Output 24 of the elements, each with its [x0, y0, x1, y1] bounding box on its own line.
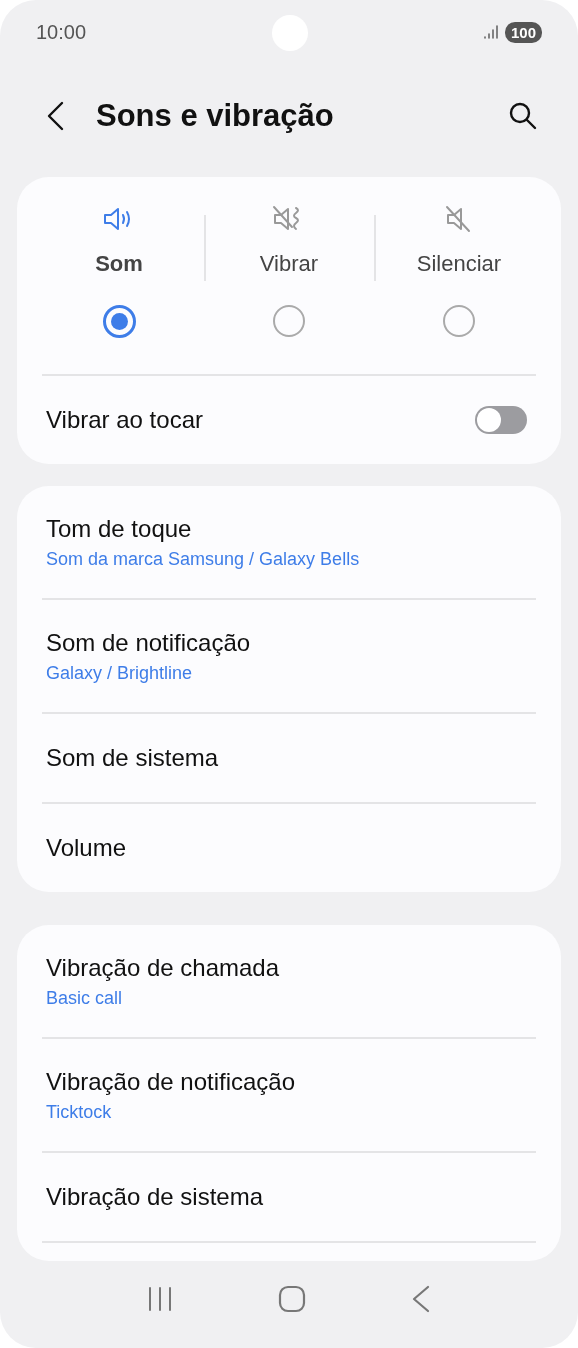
back-nav-icon[interactable] [410, 1284, 431, 1313]
settings-item[interactable]: Som de notificação Galaxy / Brightline [42, 600, 536, 713]
mode-label: Som [95, 251, 143, 278]
battery-level: 100 [504, 21, 542, 43]
mode-label: Silenciar [416, 251, 502, 278]
settings-item[interactable]: Tom de toque Som da marca Samsung / Galaxy Bells [42, 486, 536, 599]
settings-item[interactable]: Vibração de notificação Ticktock [42, 1039, 536, 1152]
signal-icon [482, 25, 499, 40]
setting-label: Vibrar ao tocar [45, 406, 203, 435]
radio-button[interactable] [443, 305, 475, 338]
mode-label: Vibrar [259, 251, 319, 278]
radio-button[interactable] [102, 305, 136, 339]
search-icon[interactable] [508, 101, 538, 132]
home-icon[interactable] [278, 1284, 306, 1313]
back-icon[interactable] [46, 101, 64, 132]
toggle-switch[interactable] [475, 406, 527, 435]
settings-item[interactable]: Vibração de sistema [42, 1153, 536, 1242]
settings-item[interactable]: Volume [42, 804, 536, 893]
recent-apps-icon[interactable] [147, 1285, 174, 1312]
page-title: Sons e vibração [96, 98, 334, 135]
radio-button[interactable] [273, 305, 305, 338]
settings-item[interactable]: Vibração de chamada Basic call [42, 925, 536, 1038]
settings-item[interactable]: Som de sistema [42, 714, 536, 803]
status-time: 10:00 [36, 20, 87, 44]
